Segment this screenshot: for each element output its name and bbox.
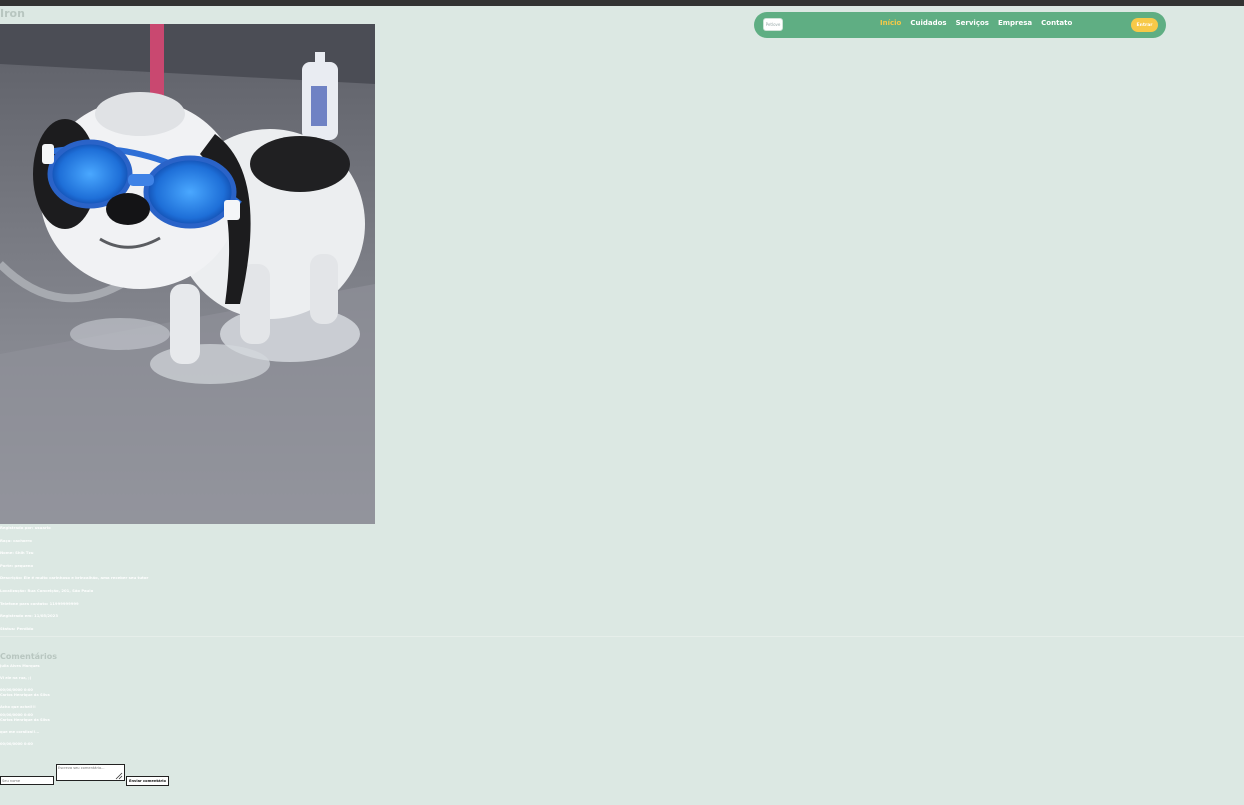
pet-info: Registrado por: usuario Raça: cachorro N… [0,523,600,636]
section-divider [0,636,1244,637]
nav-link-cuidados[interactable]: Cuidados [910,19,946,27]
name-input[interactable] [0,776,54,785]
info-size: Porte: pequeno [0,562,34,568]
info-phone: Telefone para contato: 11999999999 [0,600,79,606]
page-title: Iron [0,7,25,20]
comments-list: Julia Alves Marques Vi ele na rua, ;) 00… [0,664,400,747]
info-registered-at: Registrado em: 11/05/2023 [0,613,58,619]
comment-text: que me coraliza!!... [0,730,40,734]
nav-link-empresa[interactable]: Empresa [998,19,1032,27]
info-location: Localização: Rua Conceição, 201, São Pau… [0,587,94,593]
pet-photo [0,24,375,524]
submit-comment-button[interactable]: Enviar comentário [126,776,169,786]
top-strip [0,0,1244,6]
navbar: Petlove Início Cuidados Serviços Empresa… [754,12,1166,38]
info-name: Nome: Shih Tzu [0,550,34,556]
nav-link-servicos[interactable]: Serviços [956,19,989,27]
info-status: Status: Perdido [0,625,34,631]
comment-text: Vi ele na rua, ;) [0,676,32,680]
dog-goggles-image [0,24,375,524]
nav-links: Início Cuidados Serviços Empresa Contato [880,19,1072,27]
login-button[interactable]: Entrar [1131,18,1158,32]
info-species: Raça: cachorro [0,537,32,543]
info-description: Descrição: Ele é muito carinhoso e brinc… [0,575,149,581]
brand-logo[interactable]: Petlove [763,18,783,31]
nav-link-inicio[interactable]: Início [880,19,901,27]
comment-date: 00/00/0000 0:00 [0,742,33,746]
info-registered-by: Registrado por: usuario [0,525,51,530]
nav-link-contato[interactable]: Contato [1041,19,1072,27]
comment-author: Carlos Henrique da Silva [0,693,50,697]
comments-title: Comentários [0,652,57,661]
comment-author: Julia Alves Marques [0,664,40,668]
resize-handle-icon[interactable] [114,771,123,780]
comment-text: Acho que achei!!! [0,705,36,709]
comment-author: Carlos Henrique da Silva [0,718,50,722]
